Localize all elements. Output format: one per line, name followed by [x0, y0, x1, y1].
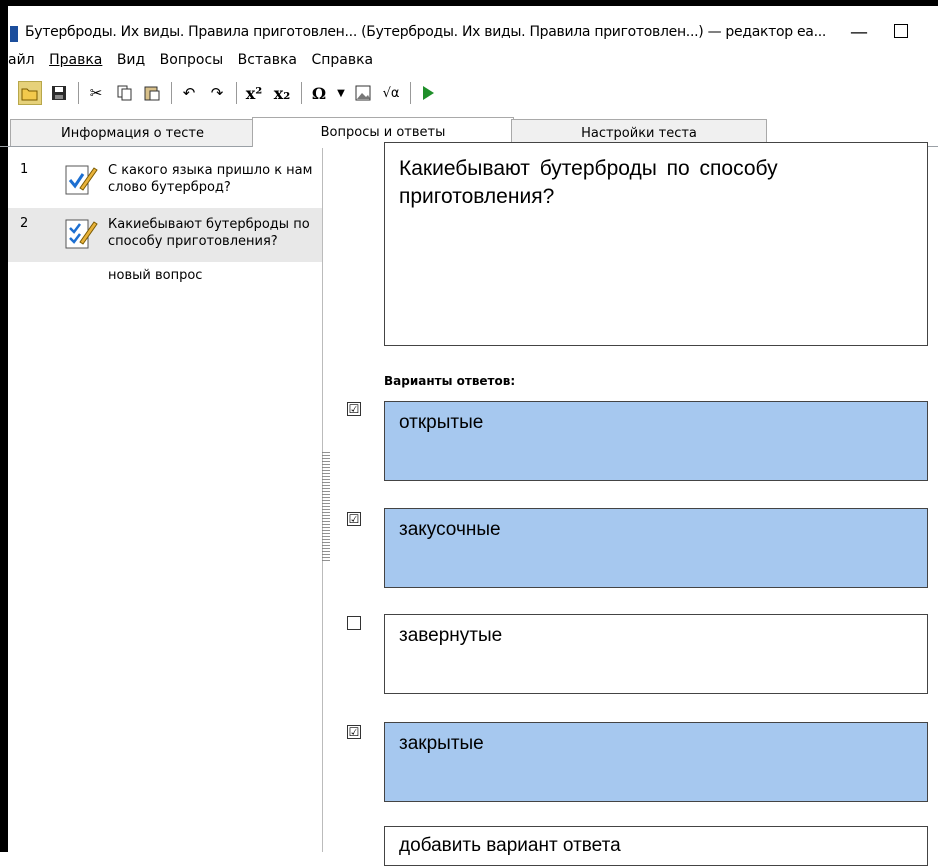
answer-text: завернутые [399, 625, 503, 646]
cut-icon[interactable]: ✂ [85, 82, 107, 104]
answer-text: закусочные [399, 519, 501, 540]
answer-field[interactable]: закрытые [384, 722, 928, 802]
symbol-icon[interactable]: Ω [308, 82, 330, 104]
undo-icon[interactable]: ↶ [178, 82, 200, 104]
copy-icon[interactable] [113, 82, 135, 104]
question-number: 2 [20, 216, 29, 231]
answer-checkbox[interactable]: ☑ [347, 402, 361, 416]
image-icon[interactable] [352, 82, 374, 104]
answer-field[interactable]: завернутые [384, 614, 928, 694]
answer-variants-label: Варианты ответов: [384, 374, 516, 388]
app-icon [10, 26, 18, 42]
formula-icon[interactable]: √α [380, 82, 402, 104]
edit-question-icon [65, 219, 98, 249]
question-text-editor[interactable]: Какиебывают бутерброды по способу пригот… [384, 142, 928, 346]
menu-file[interactable]: айл [8, 52, 35, 68]
menu-edit[interactable]: Правка [49, 52, 102, 68]
menu-view[interactable]: Вид [117, 52, 145, 68]
question-list: 1 С какого языка пришло к нам слово буте… [8, 148, 323, 852]
answer-field[interactable]: закусочные [384, 508, 928, 588]
redo-icon[interactable]: ↷ [206, 82, 228, 104]
answer-checkbox[interactable]: ☑ [347, 725, 361, 739]
open-folder-icon[interactable] [18, 81, 42, 105]
maximize-button[interactable] [894, 24, 908, 38]
save-icon[interactable] [48, 82, 70, 104]
question-title: Какиебывают бутерброды по способу пригот… [108, 217, 310, 249]
answer-field[interactable]: открытые [384, 401, 928, 481]
title-bar: Бутерброды. Их виды. Правила приготовлен… [8, 6, 938, 48]
toolbar-separator [301, 82, 302, 104]
edit-question-icon [65, 165, 98, 195]
question-number: 1 [20, 162, 29, 177]
superscript-icon[interactable]: x² [243, 82, 265, 104]
question-title: С какого языка пришло к нам слово бутерб… [108, 163, 313, 195]
menu-help[interactable]: Справка [311, 52, 373, 68]
paste-icon[interactable] [141, 82, 163, 104]
play-icon[interactable] [417, 82, 439, 104]
question-list-item[interactable]: 2 Какиебывают бутерброды по способу приг… [8, 208, 322, 262]
add-answer-text: добавить вариант ответа [399, 835, 621, 856]
menu-questions[interactable]: Вопросы [160, 52, 224, 68]
answer-checkbox[interactable] [347, 616, 361, 630]
window-title: Бутерброды. Их виды. Правила приготовлен… [25, 24, 827, 40]
subscript-icon[interactable]: x₂ [271, 82, 293, 104]
tab-test-info[interactable]: Информация о тесте [10, 119, 255, 146]
question-list-item[interactable]: 1 С какого языка пришло к нам слово буте… [8, 154, 322, 208]
answer-checkbox[interactable]: ☑ [347, 512, 361, 526]
toolbar-separator [78, 82, 79, 104]
add-answer-field[interactable]: добавить вариант ответа [384, 826, 928, 866]
menu-insert[interactable]: Вставка [238, 52, 297, 68]
dropdown-arrow-icon[interactable]: ▼ [336, 82, 346, 104]
toolbar: ✂ ↶ ↷ x² x₂ Ω ▼ √α [18, 80, 445, 106]
toolbar-separator [171, 82, 172, 104]
answer-text: закрытые [399, 733, 484, 754]
minimize-button[interactable]: — [844, 22, 874, 43]
menu-bar: айл Правка Вид Вопросы Вставка Справка [8, 52, 383, 74]
toolbar-separator [410, 82, 411, 104]
answer-text: открытые [399, 412, 484, 433]
panel-splitter[interactable] [322, 452, 330, 562]
new-question-link[interactable]: новый вопрос [108, 268, 202, 283]
toolbar-separator [236, 82, 237, 104]
question-text: Какиебывают бутерброды по способу пригот… [399, 157, 778, 208]
